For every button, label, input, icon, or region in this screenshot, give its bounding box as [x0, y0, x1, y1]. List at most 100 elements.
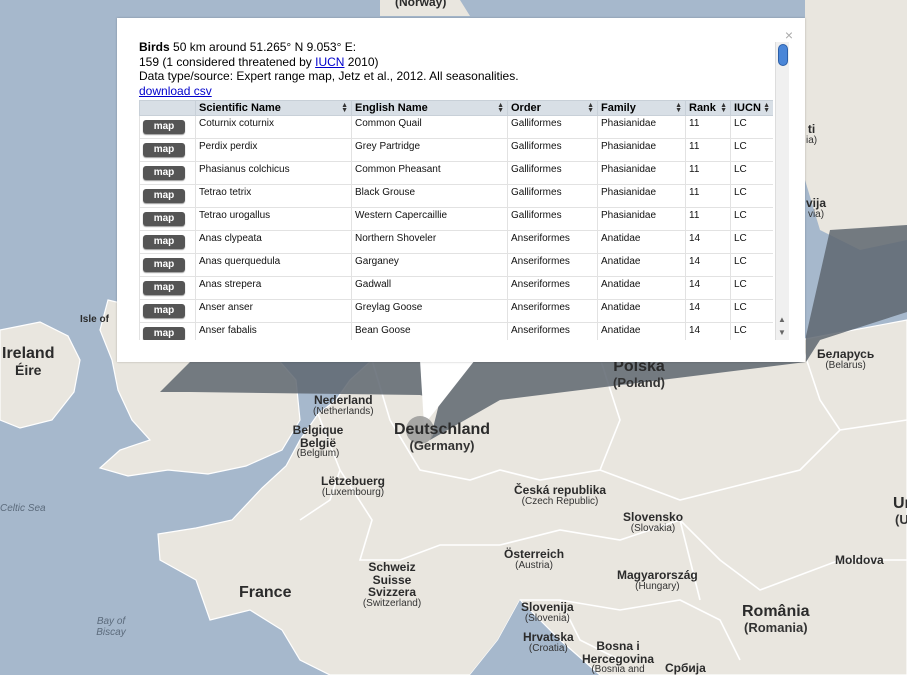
column-header-english-name[interactable]: English Name ▲ ▼	[351, 100, 508, 116]
map-button[interactable]: map	[143, 235, 185, 249]
cell-order: Anseriformes	[507, 253, 598, 277]
label-isle-of-man: Isle of	[80, 314, 109, 325]
data-source: Data type/source: Expert range map, Jetz…	[139, 69, 519, 83]
cell-eng: Western Capercaillie	[351, 207, 508, 231]
cell-rank: 14	[685, 299, 731, 323]
map-cell: map	[139, 138, 196, 162]
cell-iucn: LC	[730, 161, 773, 185]
cell-iucn: LC	[730, 276, 773, 300]
label-belgium: Belgique België (Belgium)	[292, 423, 344, 460]
column-header-order[interactable]: Order ▲ ▼	[507, 100, 598, 116]
cell-rank: 11	[685, 161, 731, 185]
cell-rank: 11	[685, 207, 731, 231]
map-cell: map	[139, 322, 196, 340]
cell-sci: Tetrao urogallus	[195, 207, 352, 231]
download-csv-link[interactable]: download csv	[139, 84, 212, 98]
cell-family: Anatidae	[597, 276, 686, 300]
species-info-window: × Birds 50 km around 51.265° N 9.053° E:…	[117, 18, 805, 362]
cell-order: Galliformes	[507, 184, 598, 208]
table-row: map Tetrao urogallus Western Capercaillie G…	[139, 207, 773, 231]
map-button[interactable]: map	[143, 189, 185, 203]
cell-sci: Perdix perdix	[195, 138, 352, 162]
cell-order: Galliformes	[507, 138, 598, 162]
cell-family: Anatidae	[597, 253, 686, 277]
map-button[interactable]: map	[143, 143, 185, 157]
table-row: map Coturnix coturnix Common Quail Gallifor…	[139, 115, 773, 139]
column-header-label: Family	[601, 102, 636, 114]
sort-icon[interactable]: ▲ ▼	[497, 102, 504, 114]
sort-icon[interactable]: ▲ ▼	[587, 102, 594, 114]
sort-icon[interactable]: ▲ ▼	[341, 102, 348, 114]
cell-iucn: LC	[730, 115, 773, 139]
label-norway: (Norway)	[395, 0, 447, 9]
map-cell: map	[139, 115, 196, 139]
cell-family: Anatidae	[597, 230, 686, 254]
table-row: map Perdix perdix Grey Partridge Galliforme…	[139, 138, 773, 162]
label-austria: Österreich (Austria)	[504, 547, 565, 571]
label-poland: Polska (Poland)	[613, 358, 665, 390]
cell-sci: Coturnix coturnix	[195, 115, 352, 139]
cell-sci: Phasianus colchicus	[195, 161, 352, 185]
popup-title: Birds 50 km around 51.265° N 9.053° E:	[139, 40, 357, 54]
cell-family: Anatidae	[597, 322, 686, 340]
label-serbia: Србија	[665, 661, 706, 675]
close-icon[interactable]: ×	[785, 28, 793, 42]
species-table: Scientific Name ▲ ▼ English Name ▲ ▼ Order ▲ ▼ Fa…	[139, 100, 773, 340]
table-row: map Anas clypeata Northern Shoveler Anserif…	[139, 230, 773, 254]
cell-order: Anseriformes	[507, 276, 598, 300]
scroll-up-icon[interactable]: ▲	[778, 315, 786, 324]
label-switzerland: Schweiz Suisse Svizzera (Switzerland)	[362, 560, 422, 609]
map-button[interactable]: map	[143, 304, 185, 318]
sort-icon[interactable]: ▲ ▼	[675, 102, 682, 114]
map-button[interactable]: map	[143, 327, 185, 340]
cell-family: Phasianidae	[597, 138, 686, 162]
cell-eng: Black Grouse	[351, 184, 508, 208]
cell-eng: Common Quail	[351, 115, 508, 139]
scroll-down-icon[interactable]: ▼	[778, 328, 786, 337]
sort-icon[interactable]: ▲ ▼	[763, 102, 770, 114]
table-scrollbar[interactable]: ▲ ▼	[775, 42, 789, 340]
map-button[interactable]: map	[143, 212, 185, 226]
label-romania: România (Romania)	[742, 603, 810, 635]
cell-sci: Tetrao tetrix	[195, 184, 352, 208]
cell-order: Anseriformes	[507, 299, 598, 323]
map-button[interactable]: map	[143, 258, 185, 272]
cell-rank: 11	[685, 138, 731, 162]
label-latvia-partial: vija via)	[806, 196, 827, 220]
cell-family: Phasianidae	[597, 207, 686, 231]
label-netherlands: Nederland (Netherlands)	[313, 393, 374, 417]
cell-order: Anseriformes	[507, 230, 598, 254]
table-row: map Phasianus colchicus Common Pheasant Gal…	[139, 161, 773, 185]
map-cell: map	[139, 276, 196, 300]
map-button[interactable]: map	[143, 166, 185, 180]
popup-header: Birds 50 km around 51.265° N 9.053° E: 1…	[139, 40, 599, 98]
species-table-container[interactable]: Scientific Name ▲ ▼ English Name ▲ ▼ Order ▲ ▼ Fa…	[139, 100, 773, 340]
cell-iucn: LC	[730, 322, 773, 340]
label-croatia: Hrvatska (Croatia)	[523, 630, 574, 654]
cell-sci: Anser anser	[195, 299, 352, 323]
label-luxembourg: Lëtzebuerg (Luxembourg)	[321, 474, 386, 498]
column-header-iucn[interactable]: IUCN ▲ ▼	[730, 100, 773, 116]
scrollbar-thumb[interactable]	[778, 44, 788, 66]
cell-eng: Garganey	[351, 253, 508, 277]
cell-iucn: LC	[730, 184, 773, 208]
sort-icon[interactable]: ▲ ▼	[720, 102, 727, 114]
label-belarus: Беларусь (Belarus)	[817, 347, 875, 371]
column-header-label: IUCN	[734, 102, 761, 114]
map-button[interactable]: map	[143, 281, 185, 295]
iucn-link[interactable]: IUCN	[315, 55, 344, 69]
map-button[interactable]: map	[143, 120, 185, 134]
label-ukraine-partial: Ur(U	[893, 495, 907, 527]
label-moldova: Moldova	[835, 553, 884, 567]
column-header-scientific-name[interactable]: Scientific Name ▲ ▼	[195, 100, 352, 116]
cell-rank: 11	[685, 115, 731, 139]
cell-sci: Anas clypeata	[195, 230, 352, 254]
label-bay-of-biscay: Bay of Biscay	[96, 616, 126, 638]
cell-rank: 14	[685, 276, 731, 300]
label-celtic-sea: Celtic Sea	[0, 503, 46, 514]
column-header-family[interactable]: Family ▲ ▼	[597, 100, 686, 116]
column-header-rank[interactable]: Rank ▲ ▼	[685, 100, 731, 116]
cell-family: Phasianidae	[597, 184, 686, 208]
cell-iucn: LC	[730, 299, 773, 323]
cell-order: Anseriformes	[507, 322, 598, 340]
